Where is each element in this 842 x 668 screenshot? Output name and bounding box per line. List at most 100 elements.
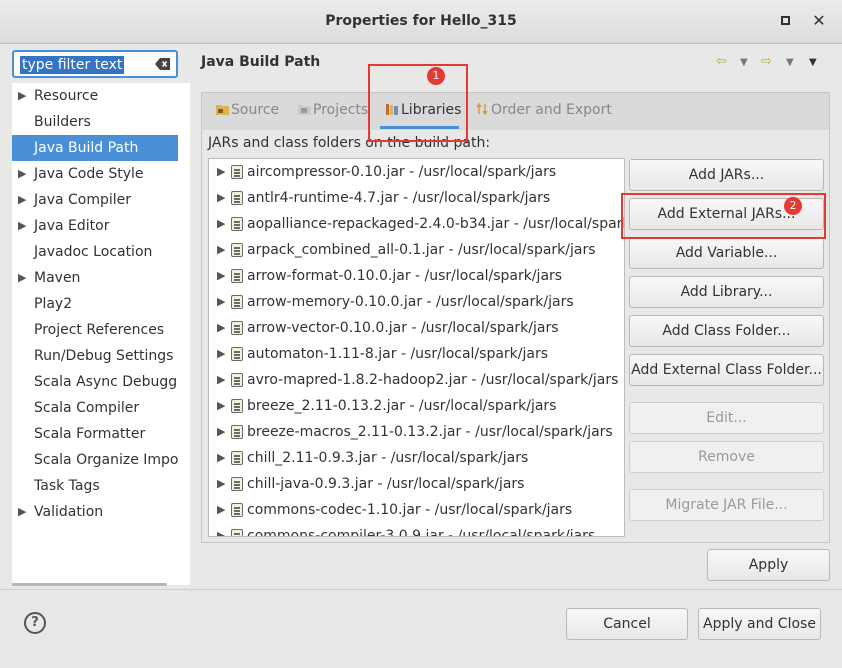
nav-item-label: Java Build Path xyxy=(34,140,139,156)
page-title: Java Build Path xyxy=(201,54,321,70)
nav-item-scala-compiler[interactable]: Scala Compiler xyxy=(12,395,178,421)
nav-item-java-build-path[interactable]: Java Build Path xyxy=(12,135,178,161)
expand-arrow-icon[interactable]: ▶ xyxy=(217,523,225,536)
expand-arrow-icon[interactable]: ▶ xyxy=(217,341,225,367)
nav-item-resource[interactable]: ▶ Resource xyxy=(12,83,178,109)
remove-button[interactable]: Remove xyxy=(629,441,824,473)
apply-and-close-button[interactable]: Apply and Close xyxy=(698,608,821,640)
nav-item-label: Scala Compiler xyxy=(34,400,140,416)
migrate-jar-file-button[interactable]: Migrate JAR File... xyxy=(629,489,824,521)
tab-source-label: Source xyxy=(231,102,280,118)
properties-nav-tree: ▶ Resource Builders Java Build Path ▶ Java Co… xyxy=(12,83,190,585)
back-dropdown-icon[interactable]: ▼ xyxy=(740,54,748,69)
nav-item-java-compiler[interactable]: ▶ Java Compiler xyxy=(12,187,178,213)
expand-arrow-icon[interactable]: ▶ xyxy=(217,289,225,315)
jar-icon xyxy=(231,321,243,335)
expand-arrow-icon[interactable]: ▶ xyxy=(217,237,225,263)
expand-arrow-icon[interactable]: ▶ xyxy=(217,263,225,289)
nav-item-label: Scala Organize Imports xyxy=(34,452,178,468)
jar-icon xyxy=(231,269,243,283)
add-library-button[interactable]: Add Library... xyxy=(629,276,824,308)
dialog-footer: ? Cancel Apply and Close xyxy=(0,589,842,668)
jar-icon xyxy=(231,529,243,536)
help-icon[interactable]: ? xyxy=(24,612,46,634)
nav-item-task-tags[interactable]: Task Tags xyxy=(12,473,178,499)
nav-item-label: Builders xyxy=(34,114,91,130)
expand-arrow-icon[interactable]: ▶ xyxy=(217,185,225,211)
add-variable-button[interactable]: Add Variable... xyxy=(629,237,824,269)
jar-entry-text: aircompressor-0.10.jar - /usr/local/spar… xyxy=(247,164,557,180)
expand-arrow-icon[interactable]: ▶ xyxy=(217,419,225,445)
jar-entry-text: commons-codec-1.10.jar - /usr/local/spar… xyxy=(247,502,573,518)
nav-item-play2[interactable]: Play2 xyxy=(12,291,178,317)
build-path-tabs: Source Projects Libraries Order and Expo… xyxy=(201,92,830,130)
jar-entry-text: arrow-vector-0.10.0.jar - /usr/local/spa… xyxy=(247,320,559,336)
nav-item-label: Java Compiler xyxy=(34,192,132,208)
jar-icon xyxy=(231,399,243,413)
tab-order-export[interactable]: Order and Export xyxy=(476,102,612,118)
jar-entry-text: commons-compiler-3.0.9.jar - /usr/local/… xyxy=(247,528,596,537)
nav-item-scala-async-debugger[interactable]: Scala Async Debugger xyxy=(12,369,178,395)
expand-arrow-icon[interactable]: ▶ xyxy=(217,445,225,471)
back-icon[interactable]: ⇦ xyxy=(716,54,727,69)
tab-source[interactable]: Source xyxy=(216,102,279,118)
annotation-box-libraries xyxy=(368,64,468,142)
jar-icon xyxy=(231,191,243,205)
nav-item-label: Project References xyxy=(34,322,165,338)
tab-projects[interactable]: Projects xyxy=(298,102,368,118)
view-menu-icon[interactable]: ▼ xyxy=(809,54,817,69)
nav-item-java-editor[interactable]: ▶ Java Editor xyxy=(12,213,178,239)
nav-item-label: Task Tags xyxy=(34,478,100,494)
jar-entry-text: aopalliance-repackaged-2.4.0-b34.jar - /… xyxy=(247,216,625,232)
nav-item-label: Validation xyxy=(34,504,104,520)
expand-arrow-icon[interactable]: ▶ xyxy=(217,497,225,523)
expand-arrow-icon[interactable]: ▶ xyxy=(217,471,225,497)
forward-dropdown-icon[interactable]: ▼ xyxy=(786,54,794,69)
expand-arrow-icon[interactable]: ▶ xyxy=(18,499,26,525)
nav-item-maven[interactable]: ▶ Maven xyxy=(12,265,178,291)
apply-button[interactable]: Apply xyxy=(707,549,830,581)
expand-arrow-icon[interactable]: ▶ xyxy=(18,83,26,109)
filter-input-text: type filter text xyxy=(20,56,125,74)
jar-entry-text: breeze_2.11-0.13.2.jar - /usr/local/spar… xyxy=(247,398,557,414)
forward-icon[interactable]: ⇨ xyxy=(761,54,772,69)
source-folder-icon xyxy=(216,105,229,115)
nav-item-label: Scala Async Debugger xyxy=(34,374,178,390)
nav-item-scala-formatter[interactable]: Scala Formatter xyxy=(12,421,178,447)
filter-input[interactable]: type filter text xyxy=(12,50,178,78)
add-class-folder-button[interactable]: Add Class Folder... xyxy=(629,315,824,347)
nav-item-javadoc-location[interactable]: Javadoc Location xyxy=(12,239,178,265)
annotation-badge-2: 2 xyxy=(784,197,802,215)
expand-arrow-icon[interactable]: ▶ xyxy=(217,211,225,237)
add-jars-button[interactable]: Add JARs... xyxy=(629,159,824,191)
add-external-class-folder-button[interactable]: Add External Class Folder... xyxy=(629,354,824,386)
close-icon[interactable]: ✕ xyxy=(811,13,827,29)
nav-item-label: Scala Formatter xyxy=(34,426,146,442)
expand-arrow-icon[interactable]: ▶ xyxy=(18,187,26,213)
nav-item-validation[interactable]: ▶ Validation xyxy=(12,499,178,525)
expand-arrow-icon[interactable]: ▶ xyxy=(217,159,225,185)
nav-item-label: Javadoc Location xyxy=(34,244,153,260)
jar-entry-text: breeze-macros_2.11-0.13.2.jar - /usr/loc… xyxy=(247,424,613,440)
expand-arrow-icon[interactable]: ▶ xyxy=(217,315,225,341)
nav-item-scala-organize-imports[interactable]: Scala Organize Imports xyxy=(12,447,178,473)
expand-arrow-icon[interactable]: ▶ xyxy=(18,161,26,187)
nav-item-label: Play2 xyxy=(34,296,73,312)
expand-arrow-icon[interactable]: ▶ xyxy=(18,213,26,239)
cancel-button[interactable]: Cancel xyxy=(566,608,688,640)
expand-arrow-icon[interactable]: ▶ xyxy=(217,393,225,419)
clear-filter-icon[interactable] xyxy=(155,57,171,71)
jar-list: ▶ aircompressor-0.10.jar - /usr/local/spa… xyxy=(208,158,625,537)
maximize-icon[interactable] xyxy=(777,13,793,29)
expand-arrow-icon[interactable]: ▶ xyxy=(18,265,26,291)
nav-item-builders[interactable]: Builders xyxy=(12,109,178,135)
nav-item-java-code-style[interactable]: ▶ Java Code Style xyxy=(12,161,178,187)
expand-arrow-icon[interactable]: ▶ xyxy=(217,367,225,393)
jar-icon xyxy=(231,243,243,257)
jar-icon xyxy=(231,295,243,309)
nav-scrollbar[interactable] xyxy=(12,583,167,586)
jar-icon xyxy=(231,217,243,231)
edit-button[interactable]: Edit... xyxy=(629,402,824,434)
nav-item-run-debug-settings[interactable]: Run/Debug Settings xyxy=(12,343,178,369)
nav-item-project-references[interactable]: Project References xyxy=(12,317,178,343)
